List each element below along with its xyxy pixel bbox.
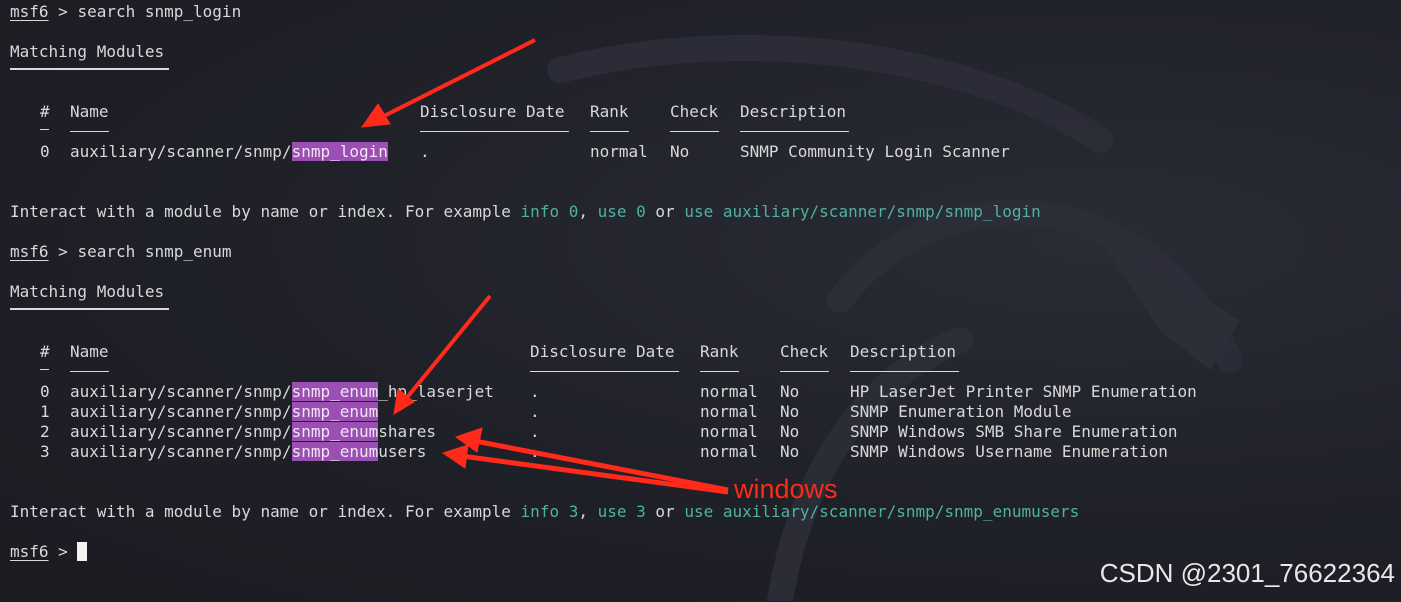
annotation-arrows (360, 38, 729, 495)
arrowhead-icon (441, 444, 469, 469)
annotation-label: windows (734, 474, 838, 504)
annotation-arrow (474, 438, 729, 493)
annotation-arrow (403, 294, 492, 402)
csdn-watermark: CSDN @2301_76622364 (1099, 558, 1395, 588)
annotation-arrow (379, 38, 536, 120)
annotation-arrow (461, 453, 729, 495)
